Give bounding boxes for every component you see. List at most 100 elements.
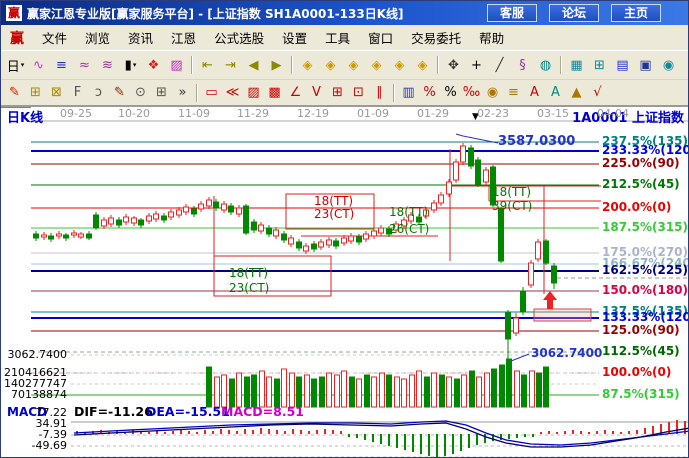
pct-triangle-icon[interactable]: % xyxy=(420,83,440,103)
gann-grid-gold2-icon[interactable]: ⊠ xyxy=(47,83,67,103)
circle-grid-icon[interactable]: ⊙ xyxy=(131,83,151,103)
chart-area: 日K线 1A0001 上证指数 ▼ 3587.0300 3062.7400 MA… xyxy=(1,107,688,458)
hatch-box1-icon[interactable]: ▨ xyxy=(244,83,264,103)
curve-pattern-icon[interactable]: ∿ xyxy=(28,55,50,75)
fan-lines-icon-glyph: ≪ xyxy=(226,85,240,100)
menu-item-设置[interactable]: 设置 xyxy=(273,28,316,47)
vee-line-icon[interactable]: V xyxy=(307,83,327,103)
save-icon[interactable]: ▣ xyxy=(635,55,657,75)
forum-button[interactable]: 论坛 xyxy=(549,4,599,22)
color-bars-icon-glyph: ▨ xyxy=(170,58,182,73)
rect-tool-icon[interactable]: ▭ xyxy=(202,83,222,103)
angle-line-icon[interactable]: ∠ xyxy=(286,83,306,103)
gann-level-label: 200.0%(0) xyxy=(602,201,671,214)
menu-item-江恩[interactable]: 江恩 xyxy=(162,28,205,47)
web-icon[interactable]: ◉ xyxy=(658,55,680,75)
gann-grid-gold1-icon[interactable]: ⊞ xyxy=(26,83,46,103)
trendline-icon[interactable]: ╱ xyxy=(489,55,511,75)
crosshair-icon[interactable]: + xyxy=(466,55,488,75)
info-list-icon[interactable]: ≡ xyxy=(51,55,73,75)
wave-9-icon[interactable]: ≋ xyxy=(97,55,119,75)
fan-lines-icon[interactable]: ≪ xyxy=(223,83,243,103)
pct-lines-icon[interactable]: ‰ xyxy=(462,83,482,103)
pen-grid-icon[interactable]: ✎ xyxy=(110,83,130,103)
pct-icon[interactable]: % xyxy=(441,83,461,103)
gold-circle-icon-glyph: ◉ xyxy=(487,85,498,100)
gann-diamond-5-icon-glyph: ◈ xyxy=(395,58,405,73)
gann-diamond-3-icon[interactable]: ◈ xyxy=(343,55,365,75)
gann-count-label: 18(TT) xyxy=(389,206,428,219)
next-icon-glyph: ▶ xyxy=(272,58,282,73)
gann-level-label: 162.5%(225) xyxy=(602,264,688,277)
circle-tool-icon[interactable]: ◍ xyxy=(535,55,557,75)
candle-type-button[interactable]: ▮▾ xyxy=(120,55,142,75)
period-label: 日K线 xyxy=(7,112,43,126)
gann-diamond-6-icon[interactable]: ◈ xyxy=(412,55,434,75)
a-wave-icon-glyph: A xyxy=(551,85,560,100)
titlebar-buttons: 客服论坛主页 xyxy=(475,4,661,22)
k-flower-icon[interactable]: ❖ xyxy=(143,55,165,75)
service-button[interactable]: 客服 xyxy=(487,4,537,22)
gann-grid-f-icon[interactable]: F xyxy=(68,83,88,103)
hatch-box2-icon[interactable]: ▩ xyxy=(265,83,285,103)
period-day-button[interactable]: 日▾ xyxy=(5,55,27,75)
gold-lines-icon[interactable]: ≡ xyxy=(504,83,524,103)
menu-item-公式选股[interactable]: 公式选股 xyxy=(205,28,273,47)
vee-line-icon-glyph: V xyxy=(312,85,321,100)
window-title: 赢家江恩专业版[赢家服务平台] - [上证指数 SH1A0001-133日K线] xyxy=(27,5,475,22)
last-page-icon[interactable]: ⇥ xyxy=(220,55,242,75)
peak-price-label: 3587.0300 xyxy=(498,135,575,149)
next-icon[interactable]: ▶ xyxy=(266,55,288,75)
pct-lines-icon-glyph: ‰ xyxy=(463,85,480,100)
gann-count-label: 18(TT) xyxy=(229,267,268,280)
gann-count-label: 23(CT) xyxy=(229,282,269,295)
menu-item-帮助[interactable]: 帮助 xyxy=(470,28,513,47)
macd-dif-value: DIF=-11.26 xyxy=(74,405,153,419)
ribbon-icon[interactable]: § xyxy=(512,55,534,75)
j-line-icon[interactable]: √ xyxy=(588,83,608,103)
date-tick-label: 11-29 xyxy=(237,108,269,120)
gann-level-label: 100.0%(0) xyxy=(602,366,671,379)
wave-3-icon[interactable]: ≈ xyxy=(74,55,96,75)
spiral-icon[interactable]: ɔ xyxy=(89,83,109,103)
menu-item-浏览[interactable]: 浏览 xyxy=(76,28,119,47)
gann-level-label: 87.5%(315) xyxy=(602,388,680,401)
first-page-icon[interactable]: ⇤ xyxy=(197,55,219,75)
menu-item-交易委托[interactable]: 交易委托 xyxy=(402,28,470,47)
gold-circle-icon[interactable]: ◉ xyxy=(483,83,503,103)
gann-diamond-5-icon[interactable]: ◈ xyxy=(389,55,411,75)
more-tools-icon[interactable]: » xyxy=(173,83,193,103)
menu-item-窗口[interactable]: 窗口 xyxy=(359,28,402,47)
color-bars-icon[interactable]: ▨ xyxy=(166,55,188,75)
prev-icon-glyph: ◀ xyxy=(249,58,259,73)
a-updown-icon[interactable]: A xyxy=(525,83,545,103)
notepad-icon[interactable]: ▤ xyxy=(612,55,634,75)
toolbar-drawing: ✎⊞⊠Fɔ✎⊙⊞»▭≪▨▩∠V⊞⊡∥▥%%‰◉≡AA▲√ xyxy=(1,80,688,107)
a-wave-icon[interactable]: A xyxy=(546,83,566,103)
prev-icon[interactable]: ◀ xyxy=(243,55,265,75)
grid-red2-icon[interactable]: ⊡ xyxy=(349,83,369,103)
pen-icon[interactable]: ✎ xyxy=(5,83,25,103)
gann-diamond-1-icon[interactable]: ◈ xyxy=(297,55,319,75)
hand-tool-icon[interactable]: ✥ xyxy=(443,55,465,75)
blue-bars-icon[interactable]: ▥ xyxy=(399,83,419,103)
k-flower-icon-glyph: ❖ xyxy=(148,58,160,73)
gann-diamond-2-icon-glyph: ◈ xyxy=(326,58,336,73)
grid-plain-icon[interactable]: ⊞ xyxy=(152,83,172,103)
period-day-button-glyph: 日 xyxy=(7,56,20,75)
menu-item-资讯[interactable]: 资讯 xyxy=(119,28,162,47)
gann-count-label: 23(CT) xyxy=(314,208,354,221)
home-button[interactable]: 主页 xyxy=(611,4,661,22)
calendar-icon[interactable]: ▦ xyxy=(566,55,588,75)
gann-diamond-4-icon-glyph: ◈ xyxy=(372,58,382,73)
gann-grid-gold2-icon-glyph: ⊠ xyxy=(51,85,62,100)
gann-diamond-4-icon[interactable]: ◈ xyxy=(366,55,388,75)
gann-diamond-2-icon[interactable]: ◈ xyxy=(320,55,342,75)
menu-item-工具[interactable]: 工具 xyxy=(316,28,359,47)
dropdown-arrow-icon: ▾ xyxy=(133,61,137,69)
calculator-icon[interactable]: ⊞ xyxy=(589,55,611,75)
slashes-icon[interactable]: ∥ xyxy=(370,83,390,103)
menu-item-文件[interactable]: 文件 xyxy=(33,28,76,47)
gold-triangle-icon[interactable]: ▲ xyxy=(567,83,587,103)
grid-red-icon[interactable]: ⊞ xyxy=(328,83,348,103)
